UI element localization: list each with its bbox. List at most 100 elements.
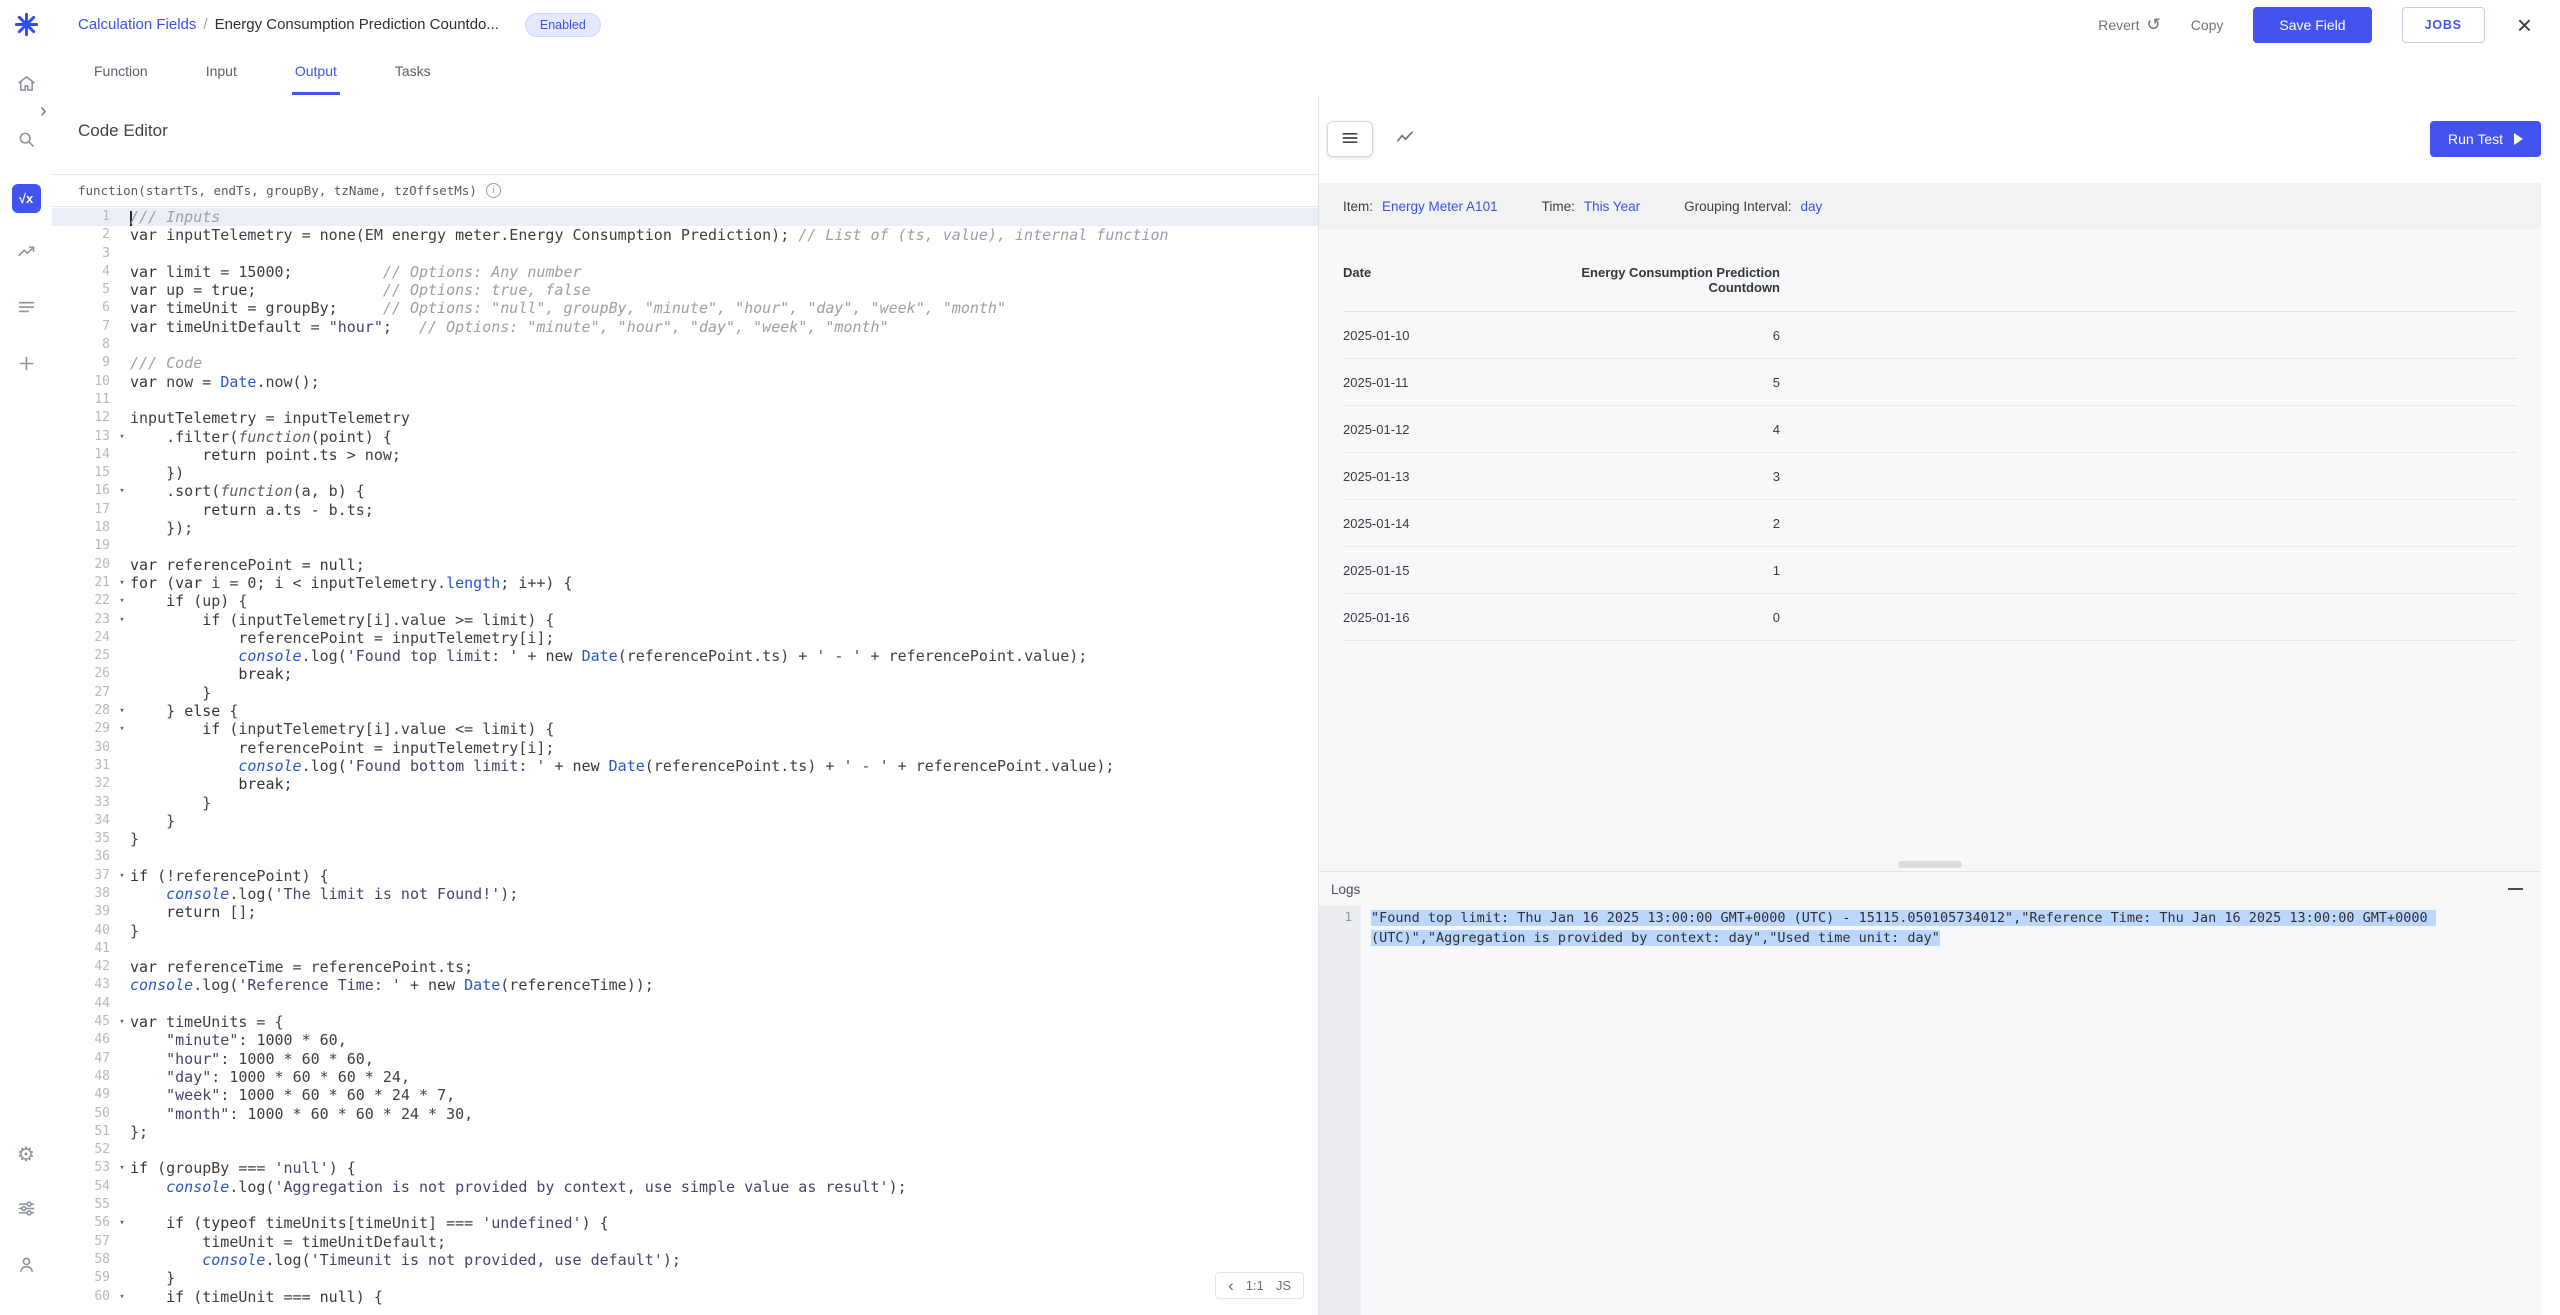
table-row[interactable]: 2025-01-115 bbox=[1343, 359, 2517, 406]
code-line[interactable]: 14 return point.ts > now; bbox=[52, 446, 1318, 464]
sidebar-expand-chevron-icon[interactable]: › bbox=[40, 100, 47, 123]
code-line[interactable]: 20var referencePoint = null; bbox=[52, 556, 1318, 574]
code-line[interactable]: 53▾if (groupBy === 'null') { bbox=[52, 1159, 1318, 1177]
code-line[interactable]: 44 bbox=[52, 995, 1318, 1013]
tab-function[interactable]: Function bbox=[91, 49, 151, 95]
fold-caret-icon[interactable] bbox=[114, 757, 130, 775]
close-icon[interactable]: × bbox=[2517, 12, 2532, 38]
code-line[interactable]: 8 bbox=[52, 336, 1318, 354]
code-line[interactable]: 56▾ if (typeof timeUnits[timeUnit] === '… bbox=[52, 1214, 1318, 1232]
code-line[interactable]: 30 referencePoint = inputTelemetry[i]; bbox=[52, 739, 1318, 757]
code-line[interactable]: 36 bbox=[52, 848, 1318, 866]
fold-caret-icon[interactable] bbox=[114, 1105, 130, 1123]
fold-caret-icon[interactable] bbox=[114, 995, 130, 1013]
code-line[interactable]: 39 return []; bbox=[52, 903, 1318, 921]
logs-minimize-icon[interactable] bbox=[2508, 888, 2523, 890]
code-line[interactable]: 15 }) bbox=[52, 464, 1318, 482]
sidebar-item-calculation-fields[interactable]: √x bbox=[8, 180, 44, 216]
code-line[interactable]: 11 bbox=[52, 391, 1318, 409]
code-line[interactable]: 45▾var timeUnits = { bbox=[52, 1013, 1318, 1031]
sidebar-item-preferences[interactable] bbox=[8, 1193, 44, 1229]
code-line[interactable]: 6var timeUnit = groupBy; // Options: "nu… bbox=[52, 299, 1318, 317]
code-line[interactable]: 3 bbox=[52, 245, 1318, 263]
sidebar-item-settings[interactable]: ⚙ bbox=[8, 1137, 44, 1173]
code-line[interactable]: 37▾if (!referencePoint) { bbox=[52, 867, 1318, 885]
sidebar-item-account[interactable] bbox=[8, 1249, 44, 1285]
fold-caret-icon[interactable] bbox=[114, 318, 130, 336]
fold-caret-icon[interactable] bbox=[114, 922, 130, 940]
app-logo-icon[interactable] bbox=[13, 11, 40, 38]
sidebar-item-search[interactable] bbox=[8, 124, 44, 160]
info-icon[interactable]: i bbox=[486, 183, 501, 198]
code-line[interactable]: 29▾ if (inputTelemetry[i].value <= limit… bbox=[52, 720, 1318, 738]
code-line[interactable]: 25 console.log('Found top limit: ' + new… bbox=[52, 647, 1318, 665]
code-line[interactable]: 38 console.log('The limit is not Found!'… bbox=[52, 885, 1318, 903]
fold-caret-icon[interactable] bbox=[114, 1233, 130, 1251]
table-row[interactable]: 2025-01-142 bbox=[1343, 500, 2517, 547]
code-line[interactable]: 4var limit = 15000; // Options: Any numb… bbox=[52, 263, 1318, 281]
fold-caret-icon[interactable] bbox=[114, 1123, 130, 1141]
code-line[interactable]: 54 console.log('Aggregation is not provi… bbox=[52, 1178, 1318, 1196]
fold-caret-icon[interactable]: ▾ bbox=[114, 1288, 130, 1306]
fold-caret-icon[interactable]: ▾ bbox=[114, 574, 130, 592]
fold-caret-icon[interactable] bbox=[114, 263, 130, 281]
fold-caret-icon[interactable] bbox=[114, 1068, 130, 1086]
fold-caret-icon[interactable] bbox=[114, 336, 130, 354]
code-line[interactable]: 5var up = true; // Options: true, false bbox=[52, 281, 1318, 299]
fold-caret-icon[interactable] bbox=[114, 1086, 130, 1104]
fold-caret-icon[interactable]: ▾ bbox=[114, 1214, 130, 1232]
table-row[interactable]: 2025-01-133 bbox=[1343, 453, 2517, 500]
fold-caret-icon[interactable] bbox=[114, 354, 130, 372]
fold-caret-icon[interactable] bbox=[114, 885, 130, 903]
fold-caret-icon[interactable] bbox=[114, 464, 130, 482]
logs-body[interactable]: 1 "Found top limit: Thu Jan 16 2025 13:0… bbox=[1319, 906, 2541, 1315]
tab-output[interactable]: Output bbox=[292, 49, 340, 95]
code-line[interactable]: 57 timeUnit = timeUnitDefault; bbox=[52, 1233, 1318, 1251]
sidebar-item-trends[interactable] bbox=[8, 236, 44, 272]
fold-caret-icon[interactable] bbox=[114, 226, 130, 244]
code-line[interactable]: 1/// Inputs bbox=[52, 208, 1318, 226]
table-row[interactable]: 2025-01-124 bbox=[1343, 406, 2517, 453]
fold-caret-icon[interactable]: ▾ bbox=[114, 482, 130, 500]
fold-caret-icon[interactable]: ▾ bbox=[114, 702, 130, 720]
code-line[interactable]: 43console.log('Reference Time: ' + new D… bbox=[52, 976, 1318, 994]
code-line[interactable]: 48 "day": 1000 * 60 * 60 * 24, bbox=[52, 1068, 1318, 1086]
code-line[interactable]: 50 "month": 1000 * 60 * 60 * 24 * 30, bbox=[52, 1105, 1318, 1123]
table-view-toggle[interactable] bbox=[1327, 121, 1373, 157]
breadcrumb-section[interactable]: Calculation Fields bbox=[78, 16, 196, 33]
code-line[interactable]: 22▾ if (up) { bbox=[52, 592, 1318, 610]
fold-caret-icon[interactable] bbox=[114, 629, 130, 647]
fold-caret-icon[interactable] bbox=[114, 647, 130, 665]
code-line[interactable]: 31 console.log('Found bottom limit: ' + … bbox=[52, 757, 1318, 775]
item-selector[interactable]: Energy Meter A101 bbox=[1382, 199, 1498, 214]
jobs-button[interactable]: JOBS bbox=[2402, 7, 2485, 43]
logs-resize-handle[interactable] bbox=[1898, 861, 1962, 868]
fold-caret-icon[interactable]: ▾ bbox=[114, 1013, 130, 1031]
fold-caret-icon[interactable] bbox=[114, 976, 130, 994]
code-line[interactable]: 19 bbox=[52, 537, 1318, 555]
fold-caret-icon[interactable] bbox=[114, 1178, 130, 1196]
code-line[interactable]: 23▾ if (inputTelemetry[i].value >= limit… bbox=[52, 611, 1318, 629]
code-line[interactable]: 32 break; bbox=[52, 775, 1318, 793]
run-test-button[interactable]: Run Test bbox=[2430, 121, 2541, 157]
fold-caret-icon[interactable] bbox=[114, 281, 130, 299]
fold-caret-icon[interactable]: ▾ bbox=[114, 611, 130, 629]
code-line[interactable]: 17 return a.ts - b.ts; bbox=[52, 501, 1318, 519]
code-line[interactable]: 26 break; bbox=[52, 665, 1318, 683]
fold-caret-icon[interactable] bbox=[114, 1031, 130, 1049]
code-line[interactable]: 49 "week": 1000 * 60 * 60 * 24 * 7, bbox=[52, 1086, 1318, 1104]
fold-caret-icon[interactable] bbox=[114, 958, 130, 976]
fold-caret-icon[interactable] bbox=[114, 391, 130, 409]
revert-button[interactable]: Revert ↺ bbox=[2098, 16, 2160, 33]
sidebar-item-add[interactable] bbox=[8, 348, 44, 384]
code-line[interactable]: 12inputTelemetry = inputTelemetry bbox=[52, 409, 1318, 427]
code-line[interactable]: 24 referencePoint = inputTelemetry[i]; bbox=[52, 629, 1318, 647]
code-editor[interactable]: 1/// Inputs2var inputTelemetry = none(EM… bbox=[52, 207, 1318, 1315]
code-line[interactable]: 51}; bbox=[52, 1123, 1318, 1141]
fold-caret-icon[interactable] bbox=[114, 409, 130, 427]
tab-tasks[interactable]: Tasks bbox=[392, 49, 434, 95]
fold-caret-icon[interactable] bbox=[114, 519, 130, 537]
code-line[interactable]: 16▾ .sort(function(a, b) { bbox=[52, 482, 1318, 500]
collapse-chevron-icon[interactable]: ‹ bbox=[1228, 1277, 1234, 1294]
fold-caret-icon[interactable]: ▾ bbox=[114, 867, 130, 885]
